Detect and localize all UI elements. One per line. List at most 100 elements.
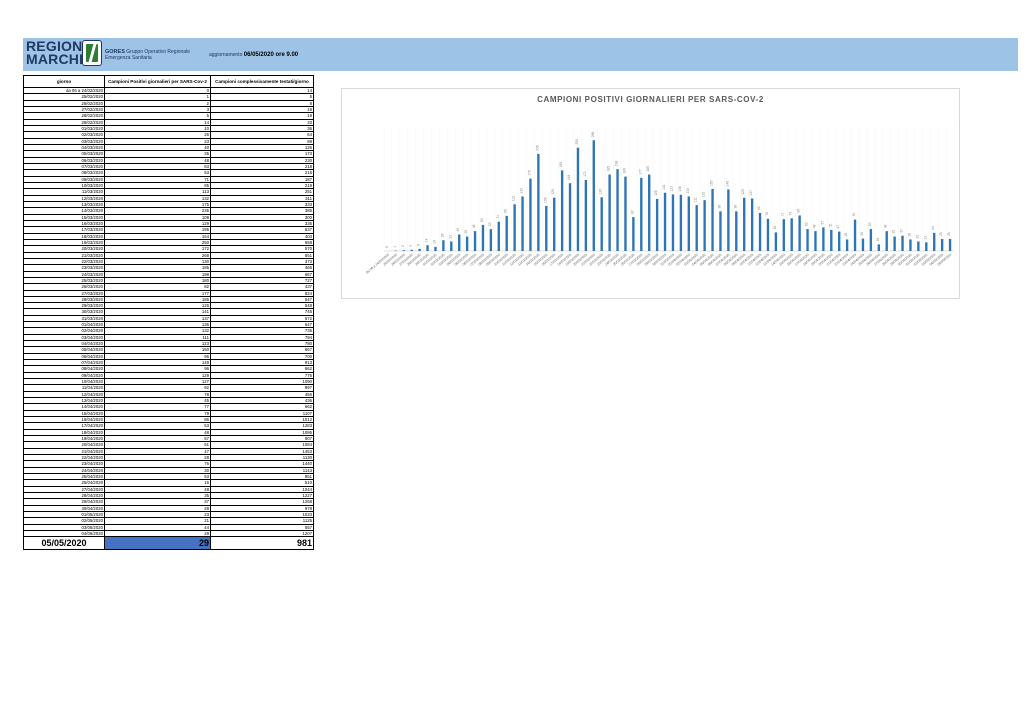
bar xyxy=(465,236,469,251)
bar xyxy=(687,196,690,251)
update-info: aggiornamento 06/05/2020 ore 9.00 xyxy=(209,52,298,58)
data-label: 141 xyxy=(662,184,666,190)
bar xyxy=(418,248,421,251)
data-label: 53 xyxy=(868,222,872,226)
bar xyxy=(648,174,651,251)
data-label: 79 xyxy=(789,212,793,216)
total-cell-tested: 981 xyxy=(210,536,314,551)
bar xyxy=(481,224,485,251)
data-label: 57 xyxy=(820,221,824,225)
data-label: 16 xyxy=(876,238,880,242)
data-label: 53 xyxy=(488,222,492,226)
data-label: 44 xyxy=(931,226,935,230)
bar xyxy=(901,235,904,251)
data-label: 30 xyxy=(860,232,864,236)
data-label: 28 xyxy=(907,233,911,237)
data-label: 96 xyxy=(717,204,721,208)
bar xyxy=(695,205,698,251)
data-label: 29 xyxy=(947,232,951,236)
bar xyxy=(402,250,405,251)
data-label: 51 xyxy=(828,223,832,227)
bar xyxy=(861,238,865,251)
data-label: 35 xyxy=(892,230,896,234)
data-label: 82 xyxy=(630,210,634,214)
data-label: 48 xyxy=(472,224,476,228)
bar xyxy=(845,239,849,251)
bar xyxy=(671,194,675,251)
bar xyxy=(632,217,635,251)
bar xyxy=(933,232,936,251)
data-label: 150 xyxy=(710,180,714,186)
data-label: 235 xyxy=(535,145,539,151)
bar xyxy=(703,200,706,251)
bar xyxy=(679,194,683,251)
data-label: 29 xyxy=(939,232,943,236)
total-cell-day: 05/05/2020 xyxy=(23,536,105,551)
data-label: 5 xyxy=(417,244,421,246)
data-label: 21 xyxy=(923,235,927,239)
bar xyxy=(735,211,738,251)
bar xyxy=(814,231,817,251)
data-label: 268 xyxy=(591,132,595,138)
data-label: 92 xyxy=(757,206,761,210)
bar xyxy=(909,239,912,251)
regione-marche-logo-icon xyxy=(82,40,102,66)
bar xyxy=(521,196,524,251)
bar xyxy=(798,215,801,251)
table-header-row: giorno Campioni Positivi giornalieri per… xyxy=(23,75,314,88)
data-label: 132 xyxy=(686,188,690,194)
data-label: 250 xyxy=(575,139,579,145)
table-total-row: 05/05/2020 29 981 xyxy=(23,536,314,551)
total-cell-positives: 29 xyxy=(104,536,211,551)
bar xyxy=(624,176,627,251)
data-label: 45 xyxy=(773,226,777,230)
data-label: 126 xyxy=(654,190,658,196)
bar xyxy=(426,245,429,251)
bar xyxy=(584,179,588,251)
bar xyxy=(782,219,785,251)
bar xyxy=(497,221,500,251)
data-label: 149 xyxy=(725,181,729,187)
data-label: 28 xyxy=(844,233,848,237)
bar xyxy=(766,218,770,251)
data-label: 76 xyxy=(852,213,856,217)
bar xyxy=(853,219,857,251)
header-band: REGIONE MARCHE GORES Gruppo Operativo Re… xyxy=(23,38,1018,71)
org-block: GORES Gruppo Operativo Regionale Emergen… xyxy=(105,49,190,61)
bar xyxy=(663,192,667,251)
bar xyxy=(513,204,516,251)
bar xyxy=(893,236,896,251)
data-label: 23 xyxy=(915,235,919,239)
bar xyxy=(616,169,619,251)
data-label: 71 xyxy=(496,215,500,219)
data-label: 109 xyxy=(543,197,547,203)
data-label: 2 xyxy=(401,245,405,247)
data-label: 14 xyxy=(425,238,429,242)
data-label: 47 xyxy=(836,225,840,229)
data-label: 132 xyxy=(520,188,524,194)
bar xyxy=(822,227,825,251)
bar xyxy=(640,177,643,251)
bar xyxy=(711,189,714,251)
data-label: 137 xyxy=(670,186,674,192)
col-header-tested: Campioni complessivamente testati/giorno xyxy=(210,75,314,88)
bar xyxy=(948,239,952,251)
data-label: 111 xyxy=(694,197,698,202)
data-label: 53 xyxy=(805,222,809,226)
data-label: 23 xyxy=(448,235,452,239)
data-label: 130 xyxy=(599,189,603,195)
bar xyxy=(838,231,841,251)
data-label: 40 xyxy=(456,228,460,232)
bar xyxy=(940,239,944,251)
bar xyxy=(473,231,477,251)
bar xyxy=(774,232,778,251)
data-label: 185 xyxy=(607,166,611,172)
bar xyxy=(537,153,540,251)
bar xyxy=(576,147,580,251)
data-label: 3 xyxy=(409,245,413,247)
data-label: 123 xyxy=(702,191,706,197)
data-label: 86 xyxy=(797,209,801,213)
data-table: giorno Campioni Positivi giornalieri per… xyxy=(23,75,314,551)
bar xyxy=(442,240,445,251)
data-label: 164 xyxy=(567,175,571,181)
